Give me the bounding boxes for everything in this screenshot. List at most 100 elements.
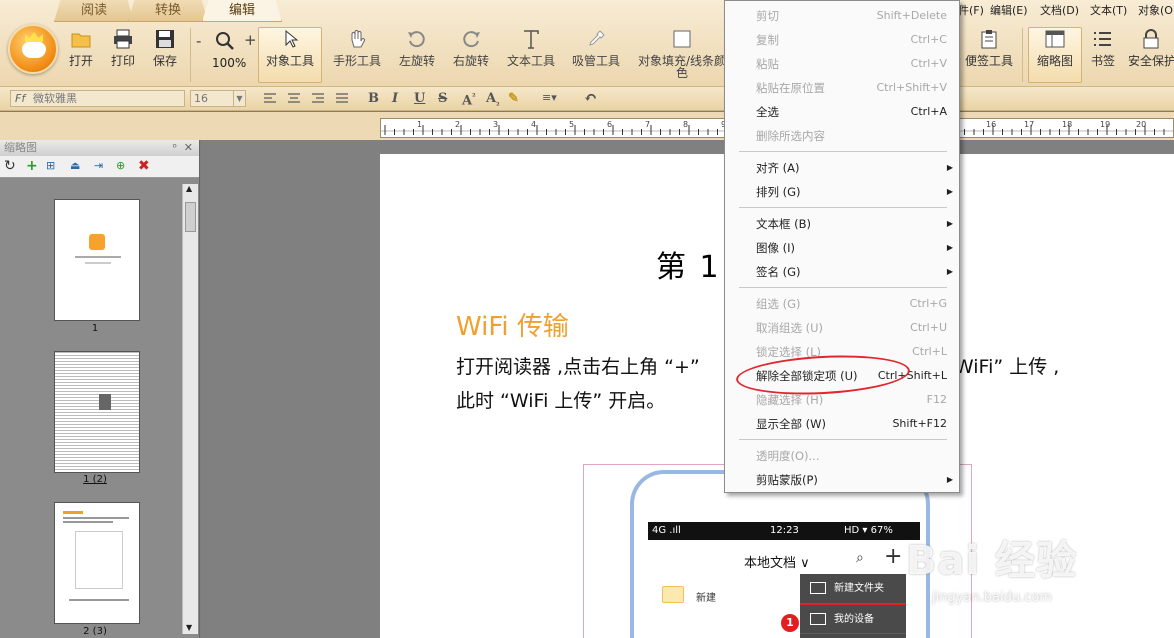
submenu-arrow-icon: ▶ [946, 267, 953, 276]
plus-icon: + [884, 544, 903, 569]
strikethrough-icon[interactable]: S [438, 91, 447, 106]
thumbnail-button[interactable]: 缩略图 [1028, 27, 1082, 83]
tab-read[interactable]: 阅读 [54, 0, 134, 22]
thumbnail-panel: 缩略图 ᵒ ✕ ↻ + ⊞ ⏏ ⇥ ⊕ ✖ 1 1 (2) 2 (3) ▲ ▼ [0, 140, 200, 638]
section-title: WiFi 传输 [456, 312, 569, 342]
delete-page-icon[interactable]: ✖ [138, 158, 150, 174]
menu-opacity[interactable]: 透明度(O)... [725, 444, 959, 468]
ribbon-tabs: 阅读 转换 编辑 [54, 0, 282, 22]
panel-header: 缩略图 ᵒ ✕ [0, 140, 199, 156]
scroll-down-icon[interactable]: ▼ [186, 623, 192, 632]
rotate-page-icon[interactable]: ↻ [4, 158, 16, 174]
text-align-icons[interactable] [262, 92, 352, 106]
rotate-left-icon [408, 31, 425, 48]
bold-icon[interactable]: B [368, 91, 379, 106]
submenu-arrow-icon: ▶ [946, 163, 953, 172]
close-icon[interactable]: ✕ [184, 140, 193, 156]
rotate-right-button[interactable]: 右旋转 [448, 28, 494, 84]
bookmark-button[interactable]: 书签 [1086, 28, 1120, 84]
scroll-up-icon[interactable]: ▲ [186, 184, 192, 193]
object-fill-button[interactable]: 对象填充/线条颜色 [636, 28, 728, 84]
phone-title: 本地文档 ∨ [744, 556, 810, 571]
phone-status-bar: 4G .ıll 12:23 HD ▾ 67% [648, 522, 920, 540]
phone-popup-menu: 新建文件夹 我的设备 [800, 574, 906, 638]
hand-tool-button[interactable]: 手形工具 [330, 28, 384, 84]
save-button[interactable]: 保存 [148, 28, 182, 84]
zoom-out-button[interactable]: - [196, 32, 201, 50]
submenu-arrow-icon: ▶ [946, 219, 953, 228]
magnifier-icon[interactable] [214, 30, 236, 52]
eyedropper-icon [589, 30, 605, 46]
tab-edit[interactable]: 编辑 [202, 0, 282, 22]
security-button[interactable]: 安全保护 [1128, 28, 1174, 84]
folder-icon [662, 586, 684, 603]
pin-icon[interactable]: ᵒ [172, 140, 177, 156]
open-button[interactable]: 打开 [64, 28, 98, 84]
font-family-select[interactable]: Ff 微软雅黑 [10, 90, 185, 107]
font-size-select[interactable]: 16 ▼ [190, 90, 246, 107]
menu-copy[interactable]: 复制 Ctrl+C [725, 28, 959, 52]
menu-textbox[interactable]: 文本框 (B) ▶ [725, 212, 959, 236]
export-page-icon[interactable]: ⇥ [94, 158, 103, 174]
rotate-left-button[interactable]: 左旋转 [394, 28, 440, 84]
menu-arrange[interactable]: 排列 (G) ▶ [725, 180, 959, 204]
bookmark-list-icon [1094, 32, 1111, 46]
phone-new-label: 新建 [696, 593, 716, 604]
menu-paste-in-place[interactable]: 粘贴在原位置 Ctrl+Shift+V [725, 76, 959, 100]
tab-convert[interactable]: 转换 [128, 0, 208, 22]
menu-object[interactable]: 对象(O [1138, 2, 1173, 18]
menu-align[interactable]: 对齐 (A) ▶ [725, 156, 959, 180]
subscript-icon[interactable]: A₂ [486, 91, 500, 108]
menu-show-all[interactable]: 显示全部 (W) Shift+F12 [725, 412, 959, 436]
menu-clipping-mask[interactable]: 剪贴蒙版(P) ▶ [725, 468, 959, 492]
menu-document[interactable]: 文档(D) [1040, 2, 1079, 18]
menu-edit[interactable]: 编辑(E) [990, 2, 1028, 18]
thumbnail-scrollbar[interactable]: ▲ ▼ [182, 184, 198, 634]
menu-text[interactable]: 文本(T) [1090, 2, 1127, 18]
undo-arrow-icon[interactable]: ↶ [584, 88, 597, 107]
replace-page-icon[interactable]: ⊕ [116, 158, 125, 174]
print-button[interactable]: 打印 [106, 28, 140, 84]
extract-page-icon[interactable]: ⏏ [70, 158, 80, 174]
superscript-icon[interactable]: A² [462, 91, 476, 108]
baidu-watermark: Bai 经验 [906, 538, 1078, 584]
thumbnail-page-2[interactable] [54, 351, 140, 473]
italic-icon[interactable]: I [392, 91, 398, 106]
menu-group[interactable]: 组选 (G) Ctrl+G [725, 292, 959, 316]
app-logo-icon[interactable] [8, 24, 58, 74]
search-icon: ⌕ [856, 550, 864, 566]
zoom-level[interactable]: 100% [212, 56, 246, 70]
menu-ungroup[interactable]: 取消组选 (U) Ctrl+U [725, 316, 959, 340]
printer-icon [114, 29, 132, 49]
thumbnail-label: 2 (3) [83, 626, 107, 637]
insert-blank-icon[interactable]: ⊞ [46, 158, 55, 174]
menu-file[interactable]: 件(F) [958, 2, 984, 18]
object-tool-button[interactable]: 对象工具 [258, 27, 322, 83]
menu-select-all[interactable]: 全选 Ctrl+A [725, 100, 959, 124]
hand-icon [351, 30, 366, 48]
thumbnail-page-1[interactable] [54, 199, 140, 321]
menu-paste[interactable]: 粘贴 Ctrl+V [725, 52, 959, 76]
scroll-thumb[interactable] [185, 202, 196, 232]
submenu-arrow-icon: ▶ [946, 187, 953, 196]
underline-icon[interactable]: U [414, 91, 425, 106]
menu-signature[interactable]: 签名 (G) ▶ [725, 260, 959, 284]
sticky-note-button[interactable]: 便签工具 [962, 28, 1016, 84]
menu-delete-selection[interactable]: 删除所选内容 [725, 124, 959, 148]
menu-image[interactable]: 图像 (I) ▶ [725, 236, 959, 260]
eyedropper-button[interactable]: 吸管工具 [568, 28, 624, 84]
zoom-in-button[interactable]: + [244, 31, 257, 49]
ribbon: 阅读 转换 编辑 件(F) 编辑(E) 文档(D) 文本(T) 对象(O 打开 … [0, 0, 1174, 87]
floppy-disk-icon [156, 30, 174, 48]
thumbnail-label: 1 [91, 323, 99, 334]
text-tool-button[interactable]: 文本工具 [504, 28, 558, 84]
baidu-watermark-url: jingyan.baidu.com [932, 590, 1052, 605]
line-spacing-icon[interactable]: ≡▾ [542, 91, 557, 104]
highlight-pen-icon[interactable]: ✎ [508, 91, 519, 106]
insert-page-icon[interactable]: + [26, 158, 38, 174]
new-folder-icon [810, 582, 826, 594]
panel-toolbar: ↻ + ⊞ ⏏ ⇥ ⊕ ✖ [0, 156, 199, 178]
thumbnail-page-3[interactable] [54, 502, 140, 624]
context-menu: 剪切 Shift+Delete 复制 Ctrl+C 粘贴 Ctrl+V 粘贴在原位置 C… [724, 0, 960, 493]
menu-cut[interactable]: 剪切 Shift+Delete [725, 4, 959, 28]
